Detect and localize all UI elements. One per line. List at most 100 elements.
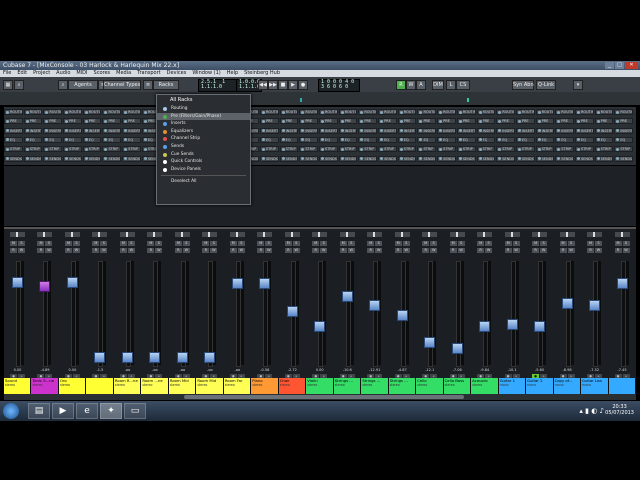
rack-slot-eq[interactable]: EQ (614, 136, 633, 143)
rack-slot-eq[interactable]: EQ (82, 136, 102, 143)
menu-item-pre-filters-gain-phase[interactable]: Pre (Filters/Gain/Phase) (157, 112, 250, 121)
fader-handle[interactable] (176, 352, 188, 364)
rack-bypass-icon[interactable] (124, 129, 128, 133)
rack-slot-eq[interactable]: EQ (417, 136, 437, 143)
fader-handle[interactable] (39, 281, 51, 293)
rack-slot-pre[interactable]: PRE (23, 118, 43, 125)
rack-bypass-icon[interactable] (124, 119, 128, 123)
rack-bypass-icon[interactable] (281, 129, 285, 133)
rack-bypass-icon[interactable] (380, 147, 384, 151)
solo-button[interactable]: S (485, 241, 493, 246)
pan-control[interactable] (229, 232, 245, 237)
rack-slot-inserts[interactable]: INSERTS (259, 127, 279, 134)
volume-readout[interactable]: 0.00 (9, 368, 26, 372)
rack-slot-inserts[interactable]: INSERTS (574, 127, 594, 134)
menu-audio[interactable]: Audio (53, 70, 73, 77)
rack-slot-inserts[interactable]: INSERTS (594, 127, 614, 134)
rack-slot-strip[interactable]: STRIP (122, 146, 141, 153)
rack-slot-inserts[interactable]: INSERTS (63, 127, 82, 134)
mute-button[interactable]: M (10, 241, 17, 246)
rack-bypass-icon[interactable] (576, 157, 580, 160)
volume-readout[interactable]: 0.00 (311, 368, 328, 372)
read-button[interactable]: R (477, 248, 485, 253)
pan-control[interactable] (532, 232, 548, 237)
pan-control[interactable] (339, 232, 355, 237)
menu-help[interactable]: Help (224, 70, 241, 77)
pan-control[interactable] (587, 232, 603, 237)
channel-name-tag[interactable]: Guitar Lea mono (581, 378, 609, 394)
rack-bypass-icon[interactable] (281, 157, 285, 160)
rack-slot-pre[interactable]: PRE (319, 118, 338, 125)
system-tray-icons[interactable]: ▴ ▮ ◐ ♪ (579, 407, 604, 415)
solo-button[interactable]: S (182, 241, 190, 246)
fader-handle[interactable] (616, 277, 628, 289)
rack-bypass-icon[interactable] (419, 157, 423, 160)
rack-slot-routing[interactable]: ROUTING (535, 109, 555, 115)
pan-control[interactable] (119, 232, 135, 237)
mute-button[interactable]: M (532, 241, 540, 246)
rack-slot-sends[interactable]: SENDS (535, 155, 555, 162)
mute-button[interactable]: M (229, 241, 237, 246)
menu-item-deselect-all[interactable]: Deselect All (157, 178, 250, 186)
rack-slot-sends[interactable]: SENDS (43, 155, 63, 162)
menu-item-channel-strip[interactable]: Channel Strip (157, 135, 250, 143)
menu-project[interactable]: Project (30, 70, 53, 77)
write-button[interactable]: W (485, 248, 493, 253)
volume-readout[interactable]: -4.87 (394, 368, 411, 372)
menu-media[interactable]: Media (113, 70, 134, 77)
window-layout-icon[interactable]: ▦ (3, 80, 13, 90)
pan-control[interactable] (174, 232, 190, 237)
pan-control[interactable] (284, 232, 300, 237)
rack-slot-sends[interactable]: SENDS (299, 155, 318, 162)
dim-button[interactable]: DIM (432, 80, 444, 90)
read-button[interactable]: R (559, 248, 567, 253)
rack-bypass-icon[interactable] (281, 147, 285, 151)
rack-slot-sends[interactable]: SENDS (338, 155, 358, 162)
rack-bypass-icon[interactable] (25, 157, 29, 160)
menu-transport[interactable]: Transport (134, 70, 163, 77)
rack-bypass-icon[interactable] (478, 147, 482, 151)
volume-readout[interactable]: -7.45 (614, 368, 631, 372)
rack-slot-strip[interactable]: STRIP (358, 146, 378, 153)
rack-slot-strip[interactable]: STRIP (456, 146, 476, 153)
rack-slot-eq[interactable]: EQ (515, 136, 535, 143)
rack-bypass-icon[interactable] (616, 147, 620, 151)
rack-slot-pre[interactable]: PRE (43, 118, 63, 125)
mute-button[interactable]: M (119, 241, 127, 246)
rack-bypass-icon[interactable] (380, 157, 384, 160)
rack-slot-inserts[interactable]: INSERTS (476, 127, 496, 134)
rack-bypass-icon[interactable] (576, 119, 580, 123)
fader-handle[interactable] (259, 277, 271, 289)
rack-slot-inserts[interactable]: INSERTS (437, 127, 456, 134)
rack-bypass-icon[interactable] (340, 110, 344, 114)
volume-readout[interactable]: -4.89 (36, 368, 53, 372)
rack-bypass-icon[interactable] (301, 129, 305, 133)
forward-icon[interactable]: ▶▶ (268, 80, 278, 90)
channel-name-tag[interactable]: Sound stereo (4, 378, 32, 394)
read-button[interactable]: R (367, 248, 375, 253)
rack-bypass-icon[interactable] (596, 147, 600, 151)
solo-button[interactable]: S (127, 241, 135, 246)
pan-control[interactable] (449, 232, 465, 237)
mute-button[interactable]: M (367, 241, 375, 246)
rack-bypass-icon[interactable] (419, 129, 423, 133)
rack-bypass-icon[interactable] (576, 138, 580, 142)
rack-slot-eq[interactable]: EQ (338, 136, 358, 143)
rack-bypass-icon[interactable] (281, 119, 285, 123)
rack-bypass-icon[interactable] (340, 129, 344, 133)
write-button[interactable]: W (430, 248, 438, 253)
channel-name-tag[interactable]: Piano stereo (251, 378, 279, 394)
media-icon[interactable]: ▶ (52, 403, 74, 419)
rack-bypass-icon[interactable] (517, 138, 521, 142)
rack-bypass-icon[interactable] (399, 138, 403, 142)
rack-bypass-icon[interactable] (25, 138, 29, 142)
volume-readout[interactable]: -oo (201, 368, 218, 372)
write-button[interactable]: W (45, 248, 53, 253)
write-button[interactable]: W (127, 248, 135, 253)
volume-readout[interactable]: -7.06 (449, 368, 466, 372)
channel-name-tag[interactable]: Strings ... stereo (361, 378, 389, 394)
menu-item-device-panels[interactable]: Device Panels (157, 166, 250, 174)
write-automation-button[interactable]: W (406, 80, 416, 90)
solo-button[interactable]: S (595, 241, 603, 246)
rack-slot-routing[interactable]: ROUTING (338, 109, 358, 115)
